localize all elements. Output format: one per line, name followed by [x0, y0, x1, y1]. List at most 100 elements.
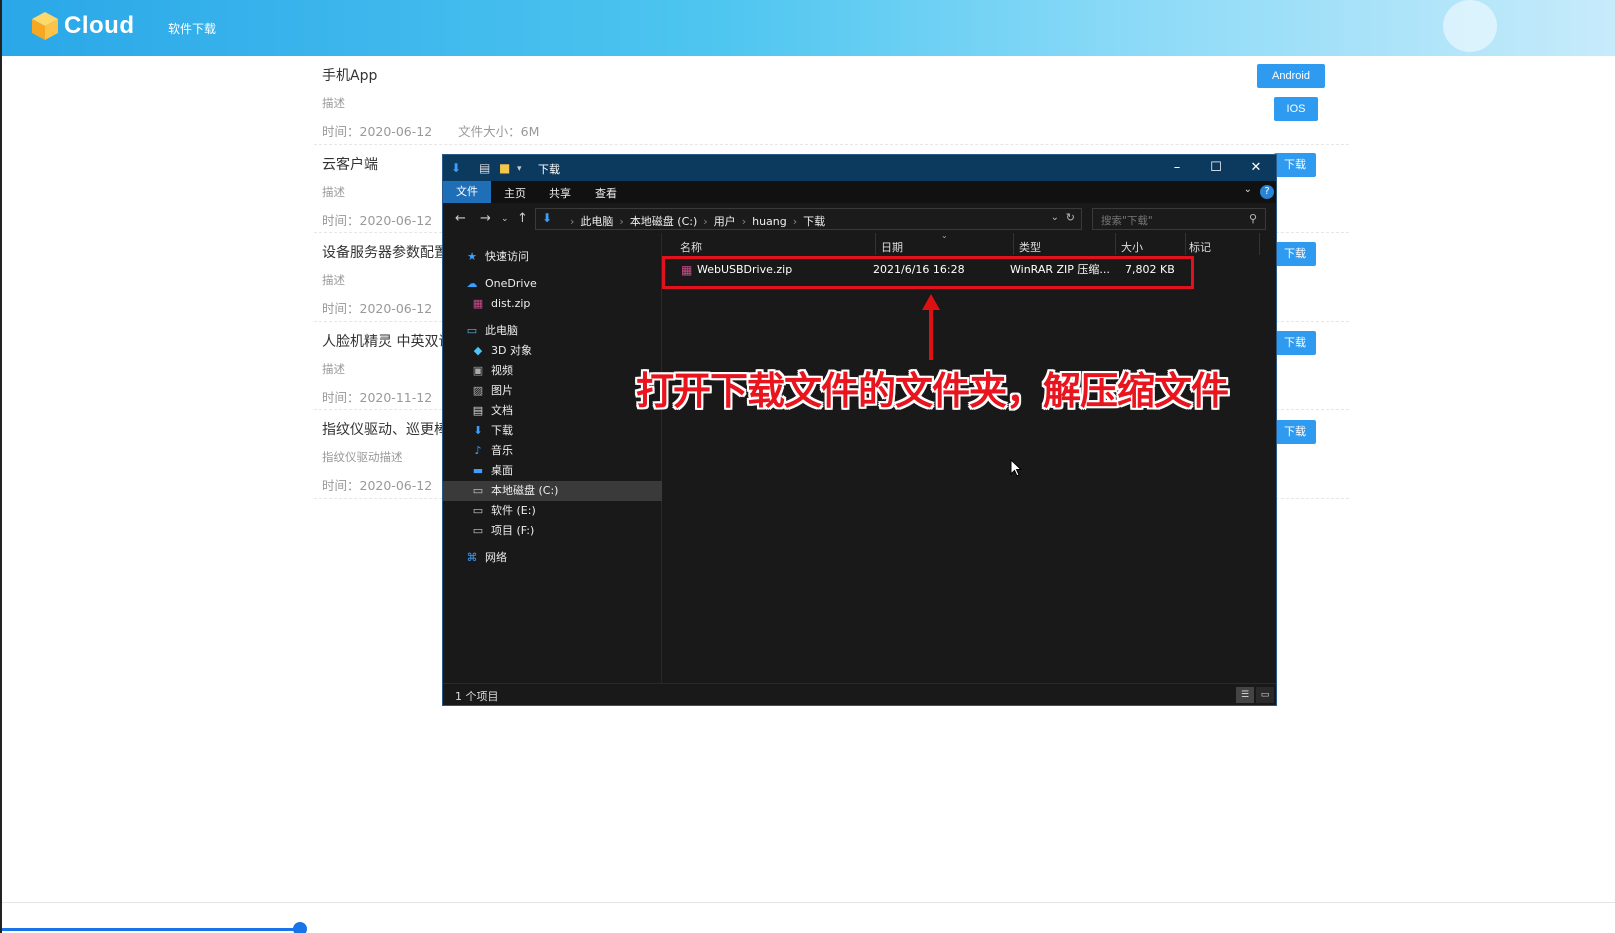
- details-view-button[interactable]: ☰: [1236, 687, 1254, 703]
- address-bar[interactable]: ⬇ › 此电脑 › 本地磁盘 (C:) › 用户 › huang › 下载 ⌄ ↻: [535, 208, 1082, 230]
- search-placeholder: 搜索"下载": [1101, 215, 1153, 227]
- tab-share[interactable]: 共享: [549, 185, 571, 201]
- forward-icon[interactable]: →: [480, 211, 491, 226]
- column-tags[interactable]: 标记: [1189, 239, 1211, 255]
- music-icon: ♪: [474, 444, 482, 457]
- nav-documents[interactable]: ▤ 文档: [471, 401, 513, 421]
- video-progress-bar[interactable]: [2, 928, 300, 931]
- drive-icon: ▭: [472, 504, 484, 517]
- file-explorer-window: ⬇ ▤ ■ ▾ 下载 – ☐ ✕ 文件 主页 共享 查看 ⌄ ? ← → ⌄ ↑…: [442, 154, 1277, 706]
- download-button[interactable]: 下载: [1274, 153, 1316, 177]
- drive-icon: ▭: [472, 524, 484, 537]
- nav-quick-access[interactable]: ★ 快速访问: [465, 247, 529, 267]
- network-icon: ⌘: [466, 551, 478, 564]
- drive-icon: ▭: [472, 484, 484, 497]
- item-time: 时间：2020-11-12: [322, 389, 433, 405]
- nav-dist-zip[interactable]: ▦ dist.zip: [471, 294, 531, 314]
- column-date[interactable]: 日期: [881, 239, 903, 255]
- item-title: 云客户端: [322, 156, 378, 173]
- nav-drive-f[interactable]: ▭ 项目 (F:): [471, 521, 534, 541]
- nav-local-disk-c[interactable]: ▭ 本地磁盘 (C:): [443, 481, 662, 501]
- nav-downloads[interactable]: ⬇ 下载: [471, 421, 513, 441]
- nav-software-download[interactable]: 软件下载: [168, 20, 216, 37]
- status-bar: 1 个项目 ☰ ▭: [443, 683, 1276, 705]
- minimize-button[interactable]: –: [1157, 155, 1197, 181]
- download-folder-icon: ⬇: [542, 211, 553, 225]
- breadcrumb-item[interactable]: 本地磁盘 (C:): [630, 215, 697, 228]
- red-arrow-line: [929, 304, 933, 360]
- large-icons-view-button[interactable]: ▭: [1256, 687, 1274, 703]
- nav-desktop[interactable]: ▬ 桌面: [471, 461, 513, 481]
- avatar[interactable]: [1443, 0, 1497, 52]
- item-title: 手机App: [322, 68, 378, 84]
- download-button[interactable]: 下载: [1274, 242, 1316, 266]
- new-folder-icon[interactable]: ■: [499, 161, 510, 175]
- instruction-annotation: 打开下载文件的文件夹，解压缩文件: [636, 369, 1229, 413]
- ios-download-button[interactable]: IOS: [1274, 97, 1318, 121]
- item-time: 时间：2020-06-12: [322, 478, 433, 493]
- breadcrumb-item[interactable]: 用户: [714, 215, 736, 228]
- window-title: 下载: [538, 163, 560, 176]
- cube-logo-icon: [32, 12, 58, 40]
- item-desc: 描述: [322, 184, 345, 199]
- item-size: 文件大小：6M: [458, 124, 540, 139]
- ribbon-tabs: 文件 主页 共享 查看 ⌄ ?: [443, 181, 1276, 203]
- maximize-button[interactable]: ☐: [1196, 155, 1236, 181]
- up-icon[interactable]: ↑: [517, 211, 528, 226]
- archive-icon: ▦: [472, 297, 484, 310]
- item-desc: 指纹仪驱动描述: [322, 450, 403, 464]
- breadcrumb-item[interactable]: 此电脑: [580, 215, 613, 228]
- item-desc: 描述: [322, 96, 345, 110]
- item-title: 指纹仪驱动、巡更棒: [322, 422, 448, 438]
- item-desc: 描述: [322, 273, 345, 287]
- tab-home[interactable]: 主页: [504, 185, 526, 201]
- item-time: 时间：2020-06-12: [322, 301, 433, 316]
- document-icon: ▤: [472, 404, 484, 417]
- search-icon: ⚲: [1248, 212, 1257, 225]
- quick-access-dropdown-icon[interactable]: ▾: [517, 164, 522, 174]
- star-icon: ★: [467, 250, 477, 263]
- breadcrumb-item[interactable]: huang: [752, 215, 787, 228]
- column-type[interactable]: 类型: [1019, 239, 1041, 255]
- video-progress-handle[interactable]: [293, 922, 307, 933]
- close-button[interactable]: ✕: [1236, 155, 1276, 181]
- expand-ribbon-icon[interactable]: ⌄: [1244, 184, 1252, 195]
- image-icon: ▨: [472, 384, 484, 397]
- breadcrumb-item[interactable]: 下载: [803, 215, 825, 228]
- top-header: Cloud 软件下载: [2, 0, 1615, 56]
- download-button[interactable]: 下载: [1274, 420, 1316, 444]
- cloud-icon: ☁: [466, 277, 478, 290]
- mouse-cursor-icon: [1010, 459, 1022, 477]
- recent-dropdown-icon[interactable]: ⌄: [501, 214, 509, 224]
- tab-view[interactable]: 查看: [595, 185, 617, 201]
- explorer-titlebar: ⬇ ▤ ■ ▾ 下载 – ☐ ✕: [443, 155, 1276, 181]
- nav-videos[interactable]: ▣ 视频: [471, 361, 513, 381]
- address-dropdown-icon[interactable]: ⌄: [1051, 212, 1059, 223]
- android-download-button[interactable]: Android: [1257, 64, 1325, 88]
- item-title: 设备服务器参数配置: [322, 245, 448, 261]
- column-size[interactable]: 大小: [1121, 239, 1143, 255]
- refresh-icon[interactable]: ↻: [1066, 211, 1075, 224]
- bottom-divider: [2, 902, 1615, 903]
- nav-this-pc[interactable]: ▭ 此电脑: [465, 321, 518, 341]
- nav-3d-objects[interactable]: ◆ 3D 对象: [471, 341, 532, 361]
- nav-network[interactable]: ⌘ 网络: [465, 548, 508, 568]
- computer-icon: ▭: [466, 324, 478, 337]
- download-button[interactable]: 下载: [1274, 331, 1316, 355]
- item-meta: 时间：2020-06-12 文件大小：6M: [322, 121, 539, 140]
- column-name[interactable]: 名称: [680, 239, 702, 255]
- back-icon[interactable]: ←: [455, 211, 466, 226]
- download-icon: ⬇: [473, 424, 483, 437]
- logo[interactable]: Cloud: [30, 10, 134, 42]
- nav-onedrive[interactable]: ☁ OneDrive: [465, 274, 537, 294]
- nav-music[interactable]: ♪ 音乐: [471, 441, 513, 461]
- nav-drive-e[interactable]: ▭ 软件 (E:): [471, 501, 536, 521]
- item-title: 人脸机精灵 中英双语: [322, 333, 453, 350]
- list-item: 手机App 描述 时间：2020-06-12 文件大小：6M: [314, 56, 1349, 145]
- nav-pictures[interactable]: ▨ 图片: [471, 381, 513, 401]
- tab-file[interactable]: 文件: [443, 181, 491, 203]
- properties-icon[interactable]: ▤: [479, 161, 490, 175]
- help-icon[interactable]: ?: [1260, 185, 1274, 199]
- search-input[interactable]: 搜索"下载" ⚲: [1092, 208, 1266, 230]
- item-time: 时间：2020-06-12: [322, 124, 433, 139]
